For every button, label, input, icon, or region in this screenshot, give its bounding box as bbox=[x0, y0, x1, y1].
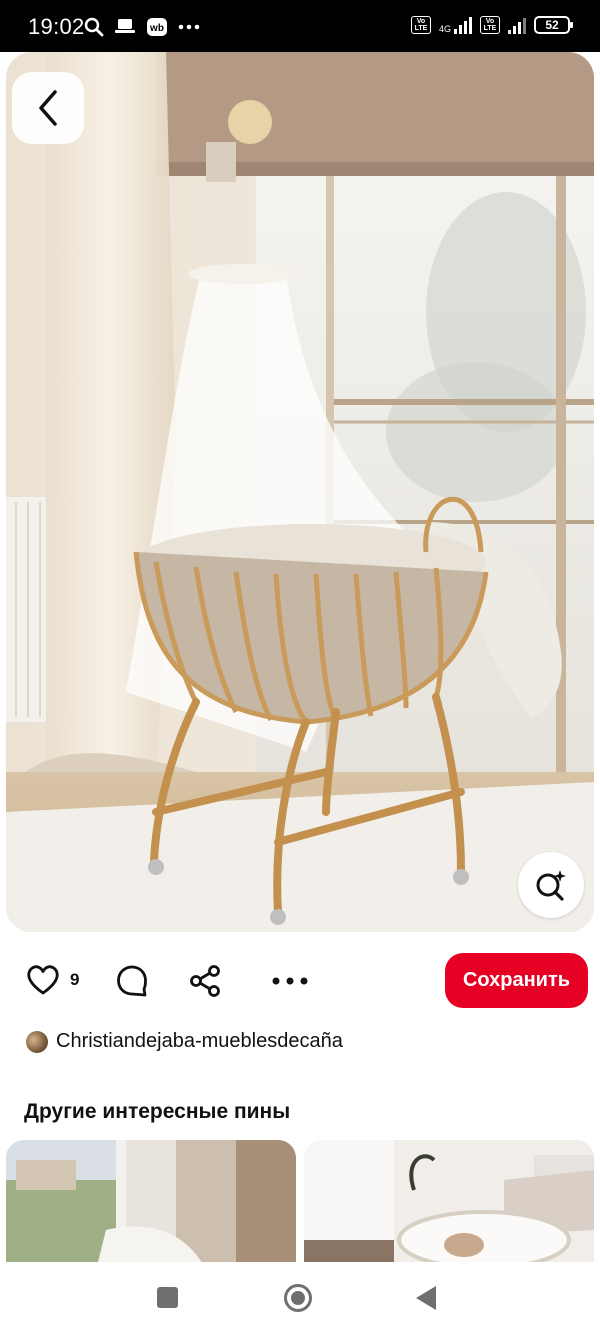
back-button[interactable] bbox=[12, 72, 84, 144]
heart-icon bbox=[27, 965, 59, 995]
comment-icon bbox=[117, 965, 147, 997]
volte-icon-2: Vo LTE bbox=[480, 16, 500, 34]
system-nav-bar bbox=[0, 1262, 600, 1332]
back-triangle-icon[interactable] bbox=[416, 1286, 436, 1310]
recents-icon[interactable] bbox=[157, 1287, 178, 1308]
signal-icon-2 bbox=[508, 16, 526, 34]
signal-icon bbox=[454, 16, 472, 34]
chevron-left-icon bbox=[39, 90, 57, 126]
like-button[interactable]: 9 bbox=[26, 964, 79, 996]
share-button[interactable] bbox=[188, 964, 222, 998]
share-icon bbox=[190, 965, 220, 997]
visual-search-icon bbox=[536, 870, 566, 901]
pin-image-illustration bbox=[6, 52, 594, 932]
wb-app-icon: wb bbox=[147, 18, 167, 36]
avatar bbox=[26, 1030, 48, 1053]
more-notifications-icon bbox=[178, 24, 200, 30]
pin-actions: 9 Сохранить bbox=[0, 952, 600, 1012]
laptop-icon bbox=[115, 19, 135, 33]
volte-icon: Vo LTE bbox=[410, 16, 431, 34]
status-system-icons: Vo LTE 4G Vo LTE 52 bbox=[410, 16, 573, 34]
comment-button[interactable] bbox=[116, 964, 148, 998]
more-icon bbox=[272, 977, 308, 985]
search-icon bbox=[84, 17, 104, 37]
home-icon[interactable] bbox=[284, 1284, 312, 1312]
status-bar: 19:02 wb Vo LTE 4G Vo LTE 52 bbox=[0, 0, 600, 52]
status-notification-icons: wb bbox=[84, 17, 200, 37]
svg-text:wb: wb bbox=[149, 23, 164, 34]
related-pins-title: Другие интересные пины bbox=[24, 1100, 291, 1123]
signal-4g: 4G bbox=[439, 16, 472, 34]
author-name: Christiandejaba-mueblesdecaña bbox=[56, 1030, 343, 1052]
battery-icon: 52 bbox=[534, 16, 573, 34]
related-pin[interactable] bbox=[6, 1140, 296, 1270]
like-count: 9 bbox=[70, 970, 80, 989]
related-pin[interactable] bbox=[304, 1140, 594, 1270]
related-pin-image bbox=[304, 1140, 594, 1270]
pin-author[interactable]: Christiandejaba-mueblesdecaña bbox=[26, 1030, 343, 1053]
status-time: 19:02 bbox=[28, 14, 85, 39]
network-type: 4G bbox=[438, 24, 451, 34]
pin-image[interactable] bbox=[6, 52, 594, 932]
save-button[interactable]: Сохранить bbox=[445, 953, 588, 1008]
more-button[interactable] bbox=[270, 964, 310, 998]
visual-search-button[interactable] bbox=[518, 852, 584, 918]
related-pin-image bbox=[6, 1140, 296, 1270]
